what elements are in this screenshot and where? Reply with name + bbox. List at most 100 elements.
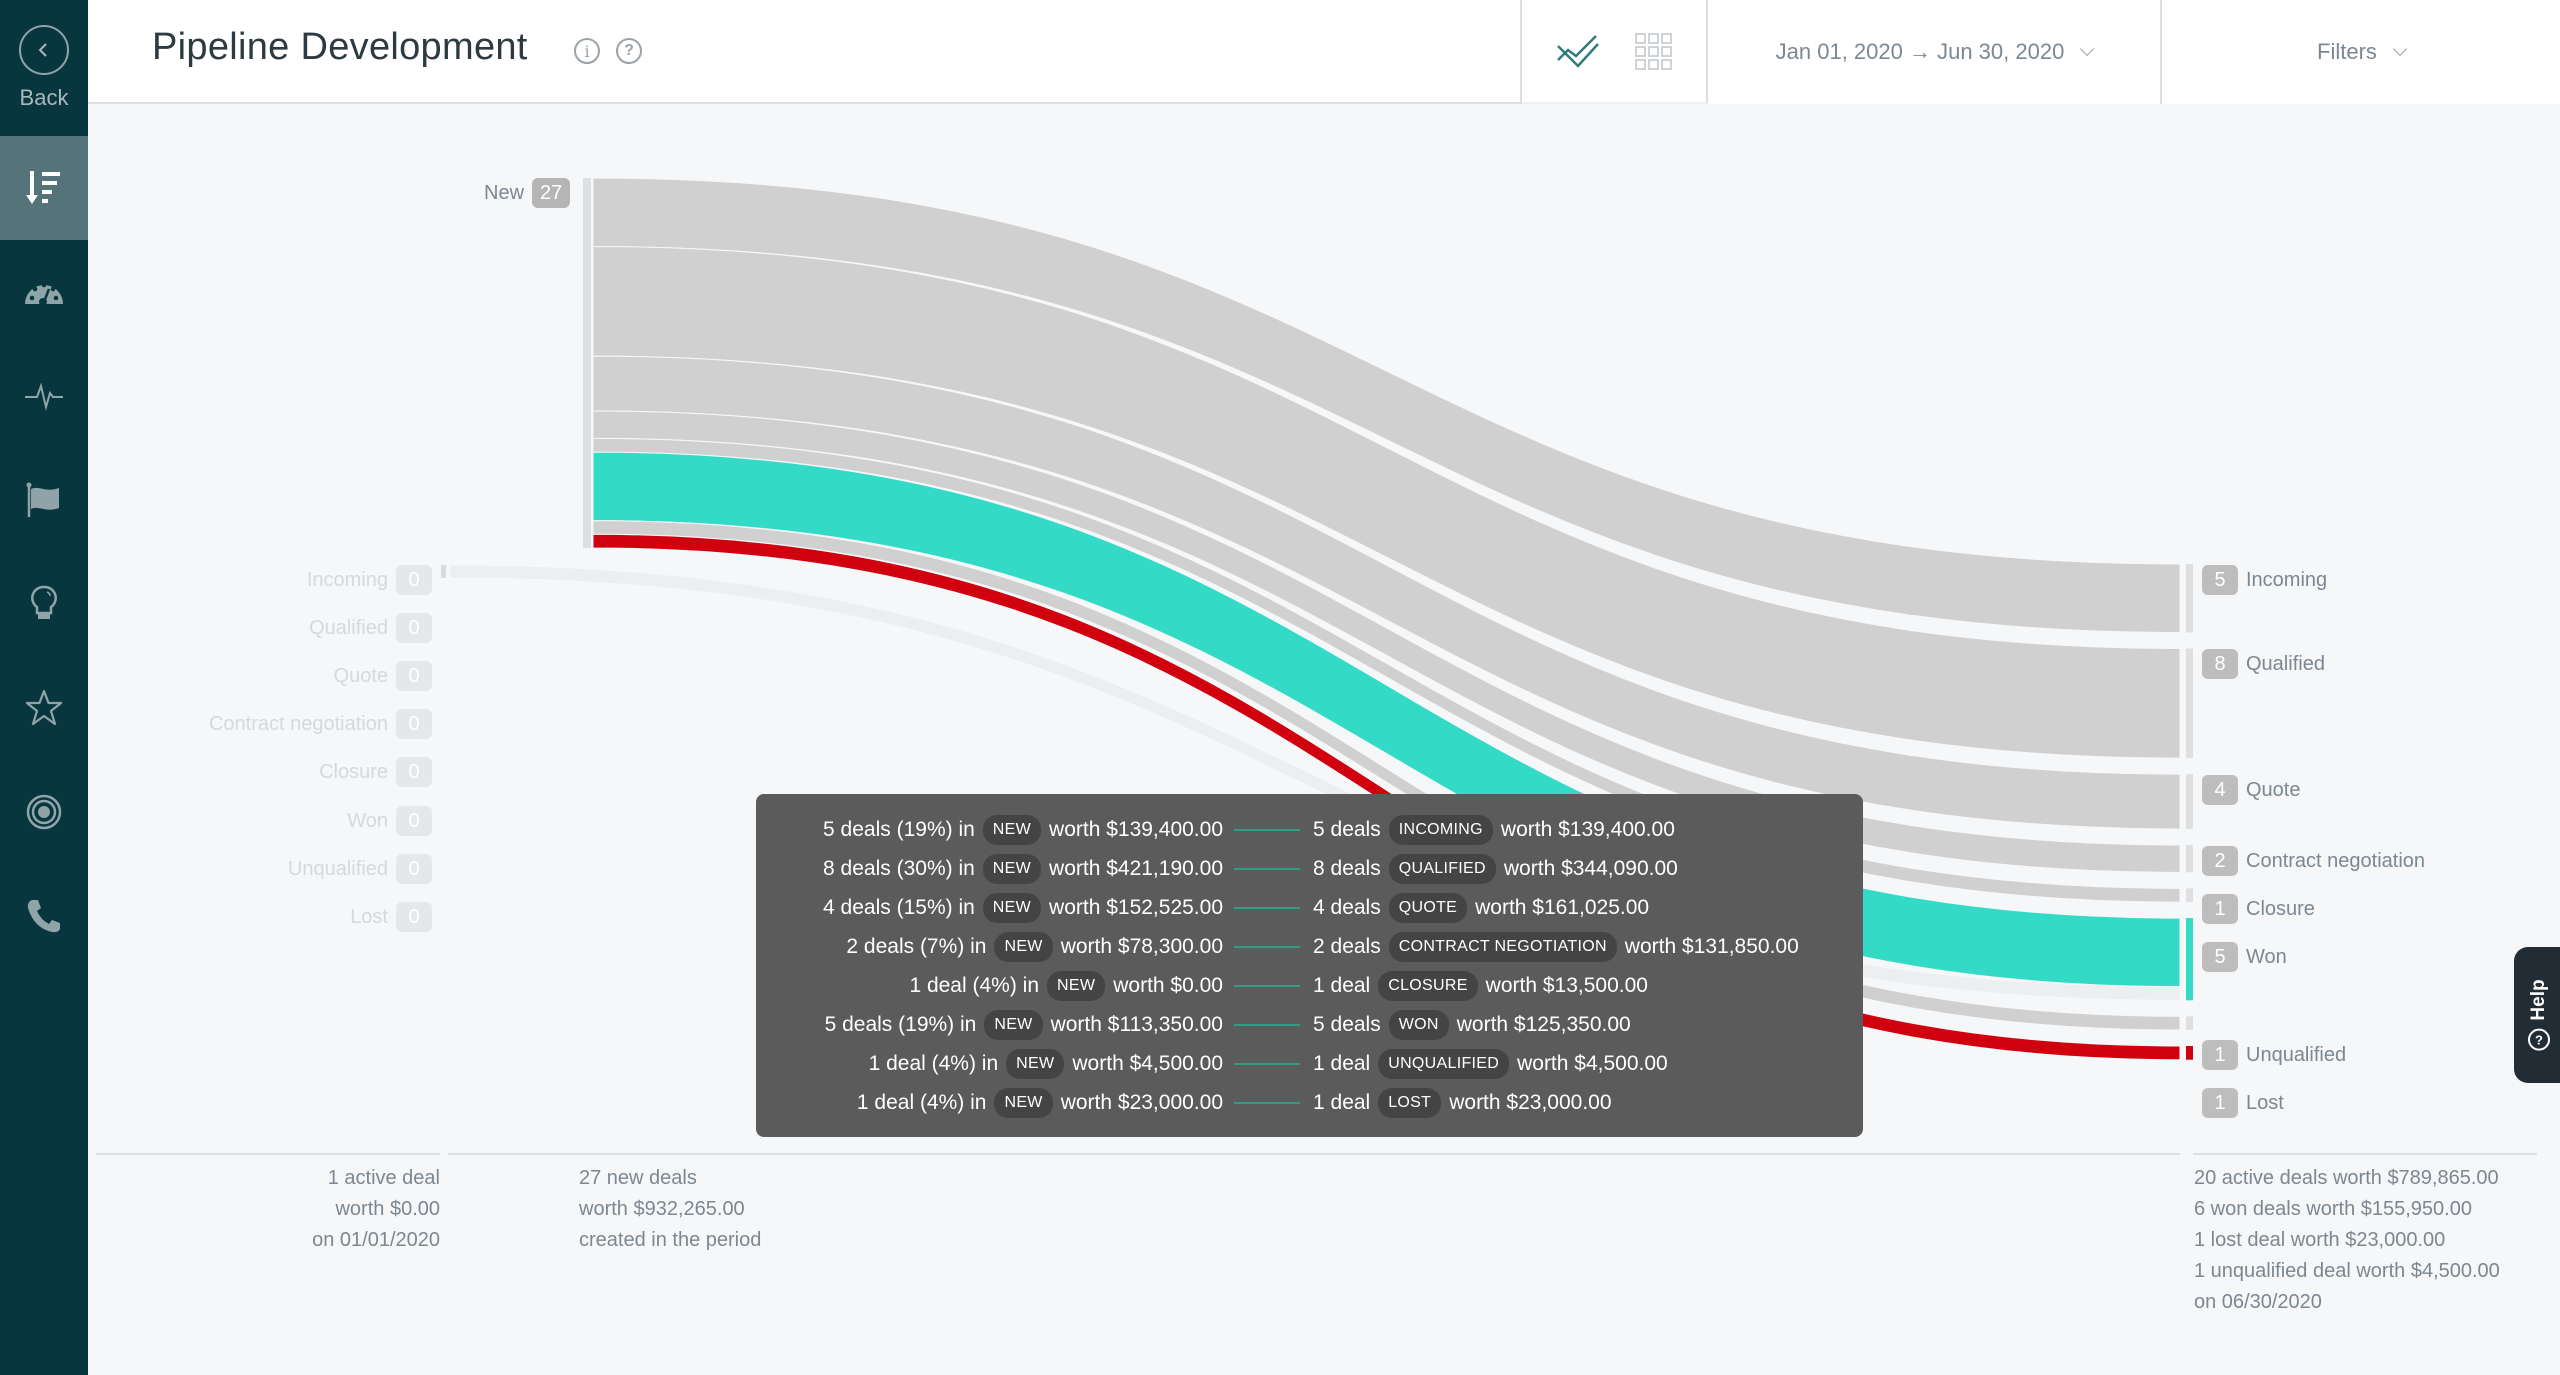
tooltip-source: 1 deal (4%) in NEW worth $0.00 [909,966,1223,1005]
left-node-lost[interactable]: Lost 0 [350,902,432,932]
node-count-badge: 0 [396,565,432,595]
node-name: Unqualified [2246,1043,2347,1066]
right-node-bar-contract-negotiation[interactable] [2186,844,2193,873]
node-name: Contract negotiation [2246,849,2426,872]
sidebar-item-calls[interactable] [0,864,88,968]
question-icon[interactable]: ? [616,38,642,64]
right-node-bar-qualified[interactable] [2186,648,2193,759]
target-worth: worth $344,090.00 [1503,856,1678,880]
source-deals: 1 deal (4%) in [868,1051,999,1075]
right-node-closure[interactable]: 1 Closure [2202,894,2315,924]
new-summary-line: created in the period [579,1229,762,1251]
back-label: Back [19,85,69,110]
right-node-quote[interactable]: 4 Quote [2202,775,2300,805]
grid-view-button[interactable] [1626,24,1682,80]
right-node-bar-closure[interactable] [2186,888,2193,903]
source-deals: 8 deals (30%) in [823,856,975,880]
target-deals: 5 deals [1313,1012,1381,1036]
target-worth: worth $23,000.00 [1449,1090,1612,1114]
speedometer-icon [25,282,63,306]
date-range-picker[interactable]: Jan 01, 2020 → Jun 30, 2020 [1708,0,2162,104]
left-node-qualified[interactable]: Qualified 0 [309,613,432,643]
right-node-won[interactable]: 5 Won [2202,942,2287,972]
node-name: Lost [350,905,388,928]
source-deals: 4 deals (15%) in [823,895,975,919]
end-summary-line: 1 unqualified deal worth $4,500.00 [2194,1260,2500,1282]
node-name: Quote [333,664,388,687]
tooltip-target: 5 deals INCOMING worth $139,400.00 [1313,810,1675,849]
pulse-icon [25,382,63,411]
left-node-contract-negotiation[interactable]: Contract negotiation 0 [209,709,432,739]
left-node-won[interactable]: Won 0 [347,806,432,836]
connector-line [1234,946,1300,948]
right-node-contract-negotiation[interactable]: 2 Contract negotiation [2202,846,2425,876]
end-summary-line: on 06/30/2020 [2194,1291,2322,1313]
sidebar-item-favorites[interactable] [0,656,88,760]
left-node-unqualified[interactable]: Unqualified 0 [288,854,432,884]
left-node-incoming[interactable]: Incoming 0 [307,565,432,595]
node-count-badge: 5 [2202,942,2238,972]
filters-dropdown[interactable]: Filters [2162,0,2560,104]
start-summary-line: on 01/01/2020 [312,1229,440,1251]
tooltip-row: 8 deals (30%) in NEW worth $421,190.00 8 de… [756,849,1863,888]
source-deals: 1 deal (4%) in [909,973,1040,997]
end-summary-line: 20 active deals worth $789,865.00 [2194,1167,2499,1189]
sidebar-item-goals[interactable] [0,448,88,552]
right-node-lost[interactable]: 1 Lost [2202,1088,2284,1118]
flow-tooltip: 5 deals (19%) in NEW worth $139,400.00 5 de… [756,794,1863,1137]
node-name: Qualified [2246,652,2325,675]
connector-line [1234,829,1300,831]
target-stage-pill: CONTRACT NEGOTIATION [1388,931,1617,962]
target-deals: 2 deals [1313,934,1381,958]
sidebar-item-insights[interactable] [0,552,88,656]
lightbulb-icon [31,585,57,619]
node-name: Closure [2246,897,2315,920]
source-worth: worth $421,190.00 [1049,856,1223,880]
source-worth: worth $139,400.00 [1049,817,1223,841]
connector-line [1234,907,1300,909]
source-node-bar[interactable] [583,178,591,548]
right-node-bar-won[interactable] [2186,918,2193,1001]
page-title: Pipeline Development [152,26,528,68]
start-summary-line: 1 active deal [327,1167,440,1189]
right-node-incoming[interactable]: 5 Incoming [2202,565,2327,595]
back-button[interactable]: Back [0,0,88,136]
target-deals: 1 deal [1313,1051,1371,1075]
sidebar-item-dashboard[interactable] [0,240,88,344]
tooltip-target: 1 deal UNQUALIFIED worth $4,500.00 [1313,1044,1668,1083]
source-stage-pill: NEW [1047,970,1106,1001]
node-count-badge: 1 [2202,894,2238,924]
chart-view-button[interactable] [1550,24,1606,80]
right-node-bar-quote[interactable] [2186,774,2193,829]
node-name: Contract negotiation [208,712,388,735]
node-name: Incoming [2246,568,2328,591]
node-count-badge: 2 [2202,846,2238,876]
tooltip-target: 4 deals QUOTE worth $161,025.00 [1313,888,1649,927]
target-deals: 8 deals [1313,856,1381,880]
target-worth: worth $4,500.00 [1517,1051,1668,1075]
left-node-quote[interactable]: Quote 0 [334,661,432,691]
sidebar-item-pipeline-development[interactable] [0,136,88,240]
right-node-qualified[interactable]: 8 Qualified [2202,649,2325,679]
help-label: Help [2528,979,2549,1021]
node-name: Unqualified [287,857,388,880]
help-tab-button[interactable]: ? Help [2514,947,2560,1083]
left-node-closure[interactable]: Closure 0 [319,757,432,787]
source-stage-pill: NEW [982,853,1042,884]
left-node-bar-incoming[interactable] [441,565,446,578]
source-stage-pill: NEW [982,892,1042,923]
node-count-badge: 0 [396,613,432,643]
tooltip-row: 1 deal (4%) in NEW worth $0.00 1 deal CLOSUR… [756,966,1863,1005]
info-icon[interactable]: i [574,38,600,64]
sidebar-item-activity[interactable] [0,344,88,448]
source-node-label: New 27 [484,178,571,208]
node-name: Qualified [309,616,388,639]
right-node-bar-incoming[interactable] [2186,564,2193,633]
tooltip-source: 2 deals (7%) in NEW worth $78,300.00 [846,927,1223,966]
right-node-unqualified[interactable]: 1 Unqualified [2202,1040,2346,1070]
right-node-bar-lost[interactable] [2186,1046,2193,1060]
sidebar-item-targets[interactable] [0,760,88,864]
node-name: Incoming [306,568,388,591]
new-summary-line: 27 new deals [579,1167,697,1189]
right-node-bar-unqualified[interactable] [2186,1016,2193,1030]
